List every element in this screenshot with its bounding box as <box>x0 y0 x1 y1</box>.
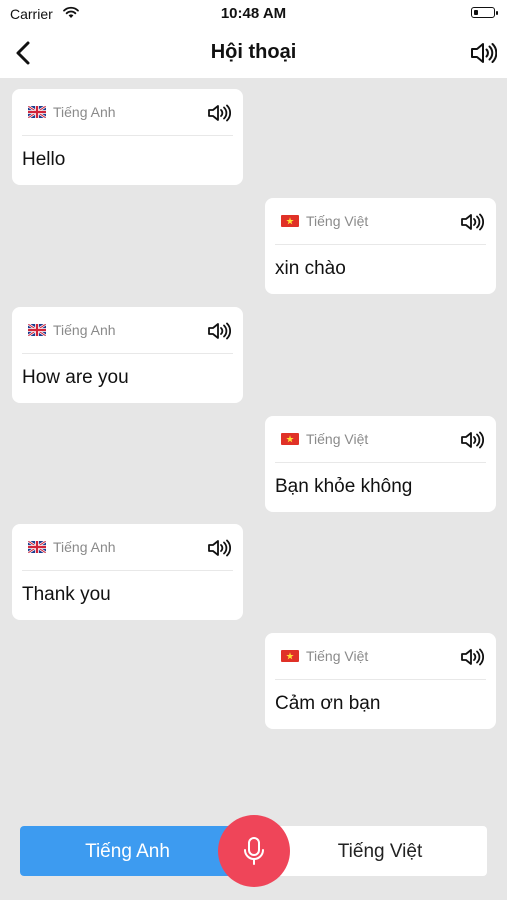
language-label: Tiếng Anh <box>53 104 116 120</box>
message-header: Tiếng Anh <box>22 524 233 571</box>
battery-icon <box>471 7 498 18</box>
vn-flag-icon <box>281 215 299 227</box>
message-text: Cảm ơn bạn <box>275 693 381 714</box>
source-language-label: Tiếng Anh <box>85 841 170 862</box>
language-label: Tiếng Anh <box>53 322 116 338</box>
message-header: Tiếng Anh <box>22 89 233 136</box>
message-bubble: Tiếng Việt xin chào <box>265 198 496 294</box>
speaker-icon[interactable] <box>460 647 484 667</box>
status-time: 10:48 AM <box>220 5 287 22</box>
language-label: Tiếng Việt <box>306 431 369 447</box>
uk-flag-icon <box>28 541 46 553</box>
message-bubble: Tiếng Việt Cảm ơn bạn <box>265 633 496 729</box>
page-title: Hội thoại <box>210 41 297 63</box>
message-bubble: Tiếng Anh Thank you <box>12 524 243 620</box>
vn-flag-icon <box>281 650 299 662</box>
speaker-icon[interactable] <box>207 321 231 341</box>
speaker-icon[interactable] <box>207 103 231 123</box>
speaker-icon[interactable] <box>469 40 497 66</box>
message-text: Bạn khỏe không <box>275 476 413 497</box>
language-label: Tiếng Việt <box>306 213 369 229</box>
message-text: How are you <box>22 367 129 388</box>
message-bubble: Tiếng Anh How are you <box>12 307 243 403</box>
message-bubble: Tiếng Anh Hello <box>12 89 243 185</box>
target-language-label: Tiếng Việt <box>337 841 423 862</box>
message-bubble: Tiếng Việt Bạn khỏe không <box>265 416 496 512</box>
speaker-icon[interactable] <box>460 430 484 450</box>
message-header: Tiếng Anh <box>22 307 233 354</box>
language-label: Tiếng Anh <box>53 539 116 555</box>
status-bar: Carrier 10:48 AM <box>0 0 507 28</box>
message-text: xin chào <box>275 258 346 279</box>
message-header: Tiếng Việt <box>275 633 486 680</box>
microphone-icon <box>244 837 264 865</box>
speaker-icon[interactable] <box>207 538 231 558</box>
message-text: Thank you <box>22 584 111 605</box>
message-header: Tiếng Việt <box>275 198 486 245</box>
speaker-icon[interactable] <box>460 212 484 232</box>
message-text: Hello <box>22 149 66 170</box>
uk-flag-icon <box>28 324 46 336</box>
nav-bar: Hội thoại <box>0 28 507 78</box>
microphone-button[interactable] <box>218 815 290 887</box>
language-label: Tiếng Việt <box>306 648 369 664</box>
vn-flag-icon <box>281 433 299 445</box>
uk-flag-icon <box>28 106 46 118</box>
conversation-list[interactable]: Tiếng Anh Hello Tiếng Việt xin chào Tiến… <box>0 78 507 798</box>
message-header: Tiếng Việt <box>275 416 486 463</box>
